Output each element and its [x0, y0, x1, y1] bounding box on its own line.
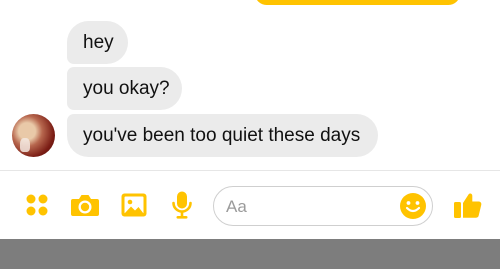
- contact-avatar[interactable]: [12, 114, 55, 157]
- smiley-icon: [399, 193, 427, 224]
- like-button[interactable]: [451, 190, 485, 220]
- camera-button[interactable]: [70, 190, 100, 220]
- gallery-button[interactable]: [119, 190, 149, 220]
- incoming-message-bubble[interactable]: you okay?: [67, 67, 182, 110]
- thumbs-up-icon: [453, 191, 483, 219]
- image-icon: [120, 192, 148, 218]
- incoming-message-bubble[interactable]: hey: [67, 21, 128, 64]
- system-navigation-bar: [0, 239, 500, 269]
- microphone-icon: [170, 190, 194, 220]
- outgoing-message-bubble[interactable]: [255, 0, 460, 5]
- message-composer: [0, 170, 500, 239]
- incoming-message-bubble[interactable]: you've been too quiet these days: [67, 114, 378, 157]
- camera-icon: [70, 192, 100, 218]
- message-text: you okay?: [83, 78, 170, 99]
- message-text: hey: [83, 32, 114, 53]
- message-text: you've been too quiet these days: [83, 125, 361, 146]
- avatar-detail: [20, 138, 30, 152]
- voice-message-button[interactable]: [167, 190, 197, 220]
- emoji-button[interactable]: [399, 192, 427, 220]
- more-actions-button[interactable]: [22, 190, 52, 220]
- message-input[interactable]: [224, 193, 398, 221]
- grid-dots-icon: [24, 192, 50, 218]
- message-input-container[interactable]: [213, 186, 433, 226]
